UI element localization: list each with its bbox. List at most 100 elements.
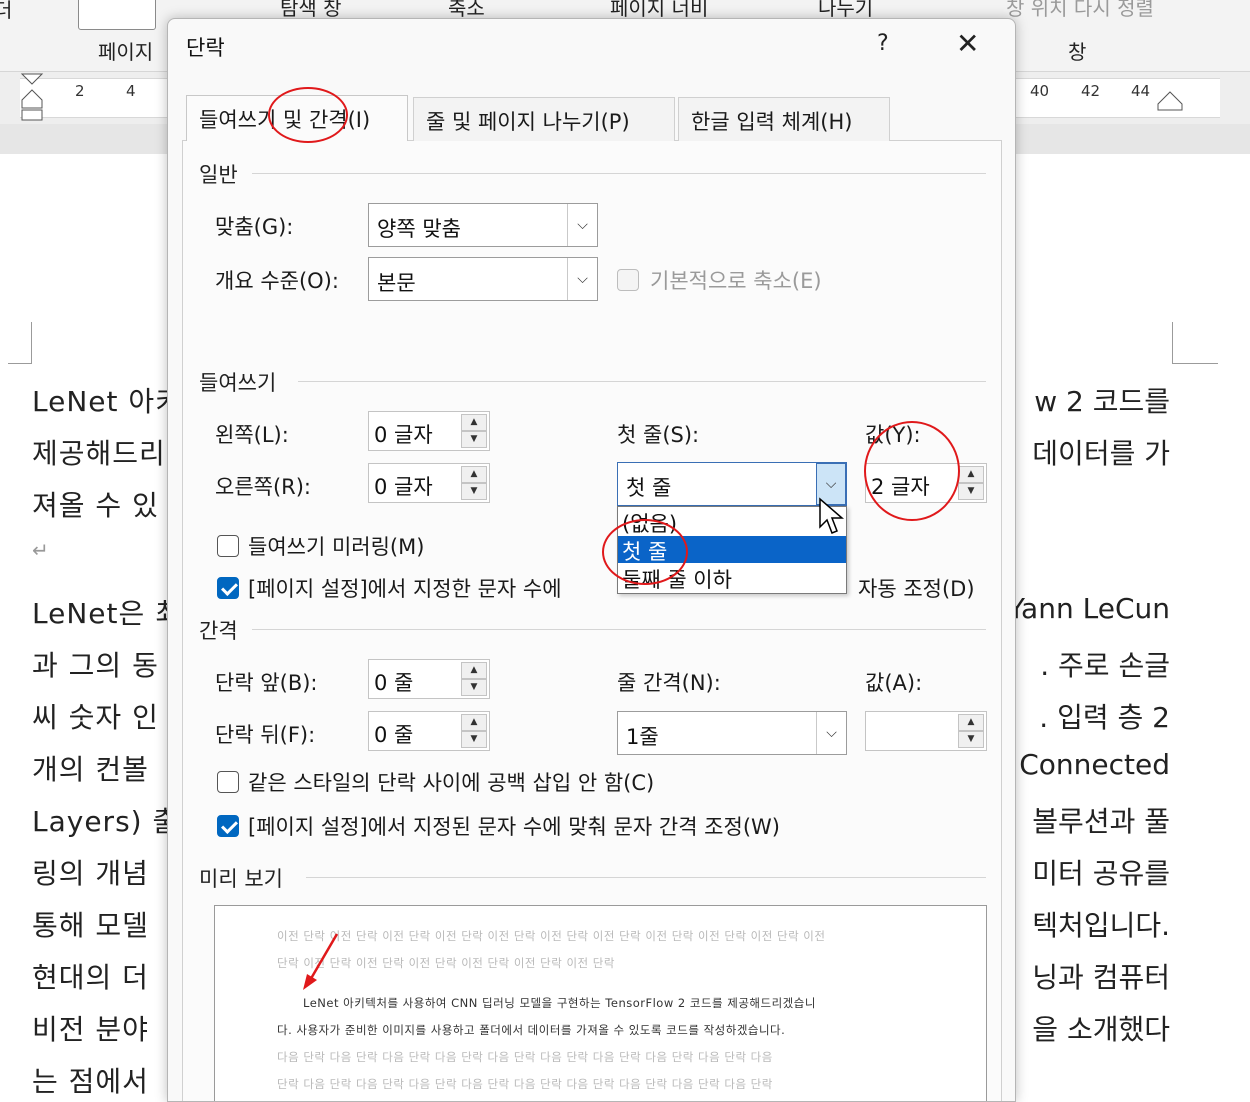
chevron-down-icon[interactable]: ⌵ <box>567 258 597 300</box>
indent-right-spinner[interactable]: 0 글자 ▲ ▼ <box>368 463 490 503</box>
space-after-value: 0 줄 <box>374 723 414 747</box>
ribbon-group-label-window: 창 <box>1068 40 1087 64</box>
outline-level-value: 본문 <box>377 271 416 295</box>
space-before-spinner[interactable]: 0 줄 ▲ ▼ <box>368 659 490 699</box>
line-spacing-select[interactable]: 1줄 ⌵ <box>617 711 847 755</box>
ribbon-reset-window[interactable]: 창 위치 다시 정렬 <box>1006 0 1154 21</box>
red-circle-annotation <box>864 421 960 521</box>
section-preview: 미리 보기 <box>199 867 283 891</box>
preview-previous-paragraph: 이전 단락 이전 단락 이전 단락 이전 단락 이전 단락 이전 단락 이전 단… <box>277 929 826 943</box>
paragraph-dialog: 단락 ? ✕ 들여쓰기 및 간격(I) 줄 및 페이지 나누기(P) 한글 입력… <box>167 18 1016 1102</box>
preview-sample-paragraph: 다. 사용자가 준비한 이미지를 사용하고 폴더에서 데이터를 가져올 수 있도… <box>277 1023 786 1037</box>
doc-text-line: 과 그의 동 <box>32 649 159 682</box>
spin-down-icon[interactable]: ▼ <box>461 483 487 500</box>
paragraph-mark: ↵ <box>32 538 50 562</box>
doc-text-line: LeNet은 최 <box>32 597 182 630</box>
indent-right-label: 오른쪽(R): <box>215 475 312 499</box>
spin-up-icon[interactable]: ▲ <box>461 714 487 731</box>
mirror-indents-checkbox[interactable] <box>217 535 239 557</box>
indent-marker-icon[interactable] <box>20 72 44 122</box>
doc-text-line: 데이터를 가 <box>1032 437 1170 470</box>
doc-text-line: Layers) 출 <box>32 805 180 838</box>
doc-text-line: Connected <box>1019 748 1170 781</box>
ruler-tick: 42 <box>1081 82 1101 100</box>
preview-next-paragraph: 다음 단락 다음 단락 다음 단락 다음 단락 다음 단락 다음 단락 다음 단… <box>277 1050 773 1064</box>
doc-text-line: 통해 모델 <box>32 909 149 942</box>
preview-next-paragraph: 단락 다음 단락 다음 단락 다음 단락 다음 단락 다음 단락 다음 단락 다… <box>277 1077 773 1091</box>
spin-down-icon[interactable]: ▼ <box>461 679 487 696</box>
spin-down-icon[interactable]: ▼ <box>958 483 984 500</box>
space-before-label: 단락 앞(B): <box>215 671 318 695</box>
outline-level-label: 개요 수준(O): <box>215 269 339 293</box>
right-indent-marker-icon[interactable] <box>1156 90 1184 112</box>
special-indent-value: 첫 줄 <box>626 476 672 500</box>
section-indentation: 들여쓰기 <box>199 371 277 395</box>
outline-level-select[interactable]: 본문 ⌵ <box>368 257 598 301</box>
doc-text-line: . 주로 손글 <box>1040 649 1170 682</box>
doc-text-line: w 2 코드를 <box>1034 385 1170 418</box>
help-button[interactable]: ? <box>877 31 889 56</box>
collapse-default-checkbox[interactable] <box>617 269 639 291</box>
red-circle-annotation <box>602 519 688 585</box>
snap-to-grid-checkbox[interactable] <box>217 815 239 837</box>
special-indent-label: 첫 줄(S): <box>617 423 700 447</box>
doc-text-line: LeNet 아키 <box>32 385 182 418</box>
indent-right-value: 0 글자 <box>374 475 433 499</box>
spin-up-icon[interactable]: ▲ <box>958 466 984 483</box>
doc-text-line: 볼루션과 풀 <box>1032 805 1170 838</box>
spin-up-icon[interactable]: ▲ <box>461 414 487 431</box>
indent-left-spinner[interactable]: 0 글자 ▲ ▼ <box>368 411 490 451</box>
doc-text-line: Yann LeCun <box>1007 592 1170 625</box>
no-space-same-style-checkbox[interactable] <box>217 771 239 793</box>
spin-up-icon[interactable]: ▲ <box>461 466 487 483</box>
ribbon-cut-label: 더 <box>0 0 12 23</box>
close-button[interactable]: ✕ <box>956 27 979 60</box>
divider <box>252 173 986 174</box>
doc-text-line: 현대의 더 <box>32 961 149 994</box>
indent-left-label: 왼쪽(L): <box>215 423 289 447</box>
spacing-at-label: 값(A): <box>865 671 923 695</box>
doc-text-line: 미터 공유를 <box>1032 857 1170 890</box>
tab-line-page-breaks[interactable]: 줄 및 페이지 나누기(P) <box>413 97 675 141</box>
ruler-tick: 2 <box>75 82 85 100</box>
chevron-down-icon[interactable]: ⌵ <box>816 712 846 754</box>
section-general: 일반 <box>199 163 238 187</box>
spin-down-icon[interactable]: ▼ <box>461 731 487 748</box>
spin-down-icon[interactable]: ▼ <box>461 431 487 448</box>
auto-adjust-right-indent-checkbox[interactable] <box>217 577 239 599</box>
doc-text-line: 텍처입니다. <box>1032 909 1170 942</box>
line-spacing-value: 1줄 <box>626 725 659 749</box>
chevron-down-icon[interactable]: ⌵ <box>567 204 597 246</box>
indent-left-value: 0 글자 <box>374 423 433 447</box>
preview-box: 이전 단락 이전 단락 이전 단락 이전 단락 이전 단락 이전 단락 이전 단… <box>214 905 987 1101</box>
space-after-label: 단락 뒤(F): <box>215 723 316 747</box>
spin-up-icon[interactable]: ▲ <box>958 714 984 731</box>
auto-adjust-right-indent-label: [페이지 설정]에서 지정한 문자 수에 <box>248 577 562 601</box>
red-arrow-annotation-icon <box>303 933 339 990</box>
doc-text-line: 제공해드리 <box>32 437 166 470</box>
doc-text-line: 닝과 컴퓨터 <box>1032 961 1170 994</box>
tab-asian-typography[interactable]: 한글 입력 체계(H) <box>678 97 890 141</box>
doc-text-line: . 입력 층 2 <box>1039 701 1170 734</box>
space-before-value: 0 줄 <box>374 671 414 695</box>
doc-text-line: 링의 개념 <box>32 857 149 890</box>
doc-text-line: 비전 분야 <box>32 1013 149 1046</box>
doc-text-line: 씨 숫자 인 <box>32 701 159 734</box>
ribbon-group-label-page: 페이지 <box>98 40 154 64</box>
red-circle-annotation <box>268 87 348 143</box>
ruler-tick: 4 <box>126 82 136 100</box>
section-spacing: 간격 <box>199 619 238 643</box>
mouse-cursor-icon <box>819 497 845 534</box>
alignment-value: 양쪽 맞춤 <box>377 217 461 241</box>
doc-text-line: 져올 수 있 <box>32 489 159 522</box>
spin-up-icon[interactable]: ▲ <box>461 662 487 679</box>
crop-mark-right <box>1172 322 1218 364</box>
space-after-spinner[interactable]: 0 줄 ▲ ▼ <box>368 711 490 751</box>
alignment-select[interactable]: 양쪽 맞춤 ⌵ <box>368 203 598 247</box>
ruler-tick: 40 <box>1030 82 1050 100</box>
spacing-at-spinner[interactable]: ▲ ▼ <box>865 711 987 751</box>
spin-down-icon[interactable]: ▼ <box>958 731 984 748</box>
doc-text-line: 개의 컨볼 <box>32 753 149 786</box>
special-indent-select[interactable]: 첫 줄 ⌵ <box>617 462 847 506</box>
ribbon-page-button[interactable] <box>78 0 156 30</box>
